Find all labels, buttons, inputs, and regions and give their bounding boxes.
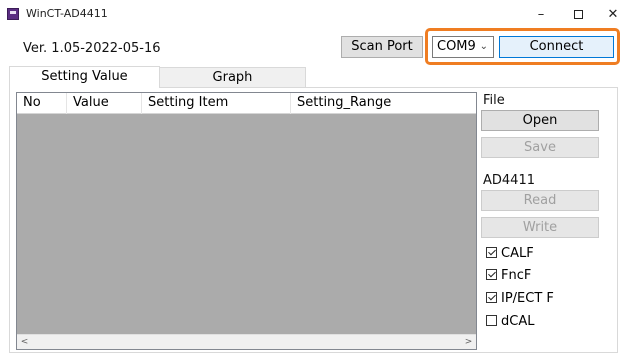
save-button[interactable]: Save bbox=[481, 137, 599, 158]
tab-setting-value[interactable]: Setting Value bbox=[9, 66, 160, 88]
settings-grid[interactable]: No Value Setting Item Setting_Range < > bbox=[16, 92, 477, 350]
window-title: WinCT-AD4411 bbox=[26, 7, 108, 20]
ip-ect-f-checkbox[interactable]: IP/ECT F bbox=[486, 291, 554, 307]
checkbox-icon bbox=[486, 269, 497, 280]
scroll-left-icon[interactable]: < bbox=[17, 335, 32, 349]
app-icon bbox=[7, 8, 19, 20]
column-header-setting-range[interactable]: Setting_Range bbox=[291, 93, 476, 114]
horizontal-scrollbar[interactable]: < > bbox=[17, 334, 476, 349]
checkbox-icon bbox=[486, 292, 497, 303]
column-header-value[interactable]: Value bbox=[67, 93, 142, 114]
close-button[interactable]: ✕ bbox=[590, 0, 623, 30]
device-label: AD4411 bbox=[483, 173, 535, 188]
scan-port-button[interactable]: Scan Port bbox=[341, 36, 423, 58]
grid-header: No Value Setting Item Setting_Range bbox=[17, 93, 476, 114]
fncf-checkbox[interactable]: FncF bbox=[486, 268, 531, 284]
maximize-icon bbox=[573, 10, 583, 19]
scroll-right-icon[interactable]: > bbox=[461, 335, 476, 349]
ip-ect-f-label: IP/ECT F bbox=[501, 291, 554, 306]
dcal-checkbox[interactable]: dCAL bbox=[486, 314, 534, 330]
checkbox-icon bbox=[486, 315, 497, 326]
title-bar: WinCT-AD4411 – ✕ bbox=[0, 0, 623, 30]
column-header-no[interactable]: No bbox=[17, 93, 67, 114]
checkbox-icon bbox=[486, 247, 497, 258]
dcal-label: dCAL bbox=[501, 314, 535, 329]
read-button[interactable]: Read bbox=[481, 190, 599, 211]
fncf-label: FncF bbox=[501, 268, 532, 283]
open-button[interactable]: Open bbox=[481, 110, 599, 131]
file-label: File bbox=[483, 93, 505, 108]
calf-checkbox[interactable]: CALF bbox=[486, 246, 534, 262]
column-header-setting-item[interactable]: Setting Item bbox=[142, 93, 291, 114]
highlight-box bbox=[425, 28, 620, 65]
write-button[interactable]: Write bbox=[481, 217, 599, 238]
tab-graph[interactable]: Graph bbox=[159, 67, 306, 88]
calf-label: CALF bbox=[501, 246, 534, 261]
version-label: Ver. 1.05-2022-05-16 bbox=[23, 41, 161, 56]
